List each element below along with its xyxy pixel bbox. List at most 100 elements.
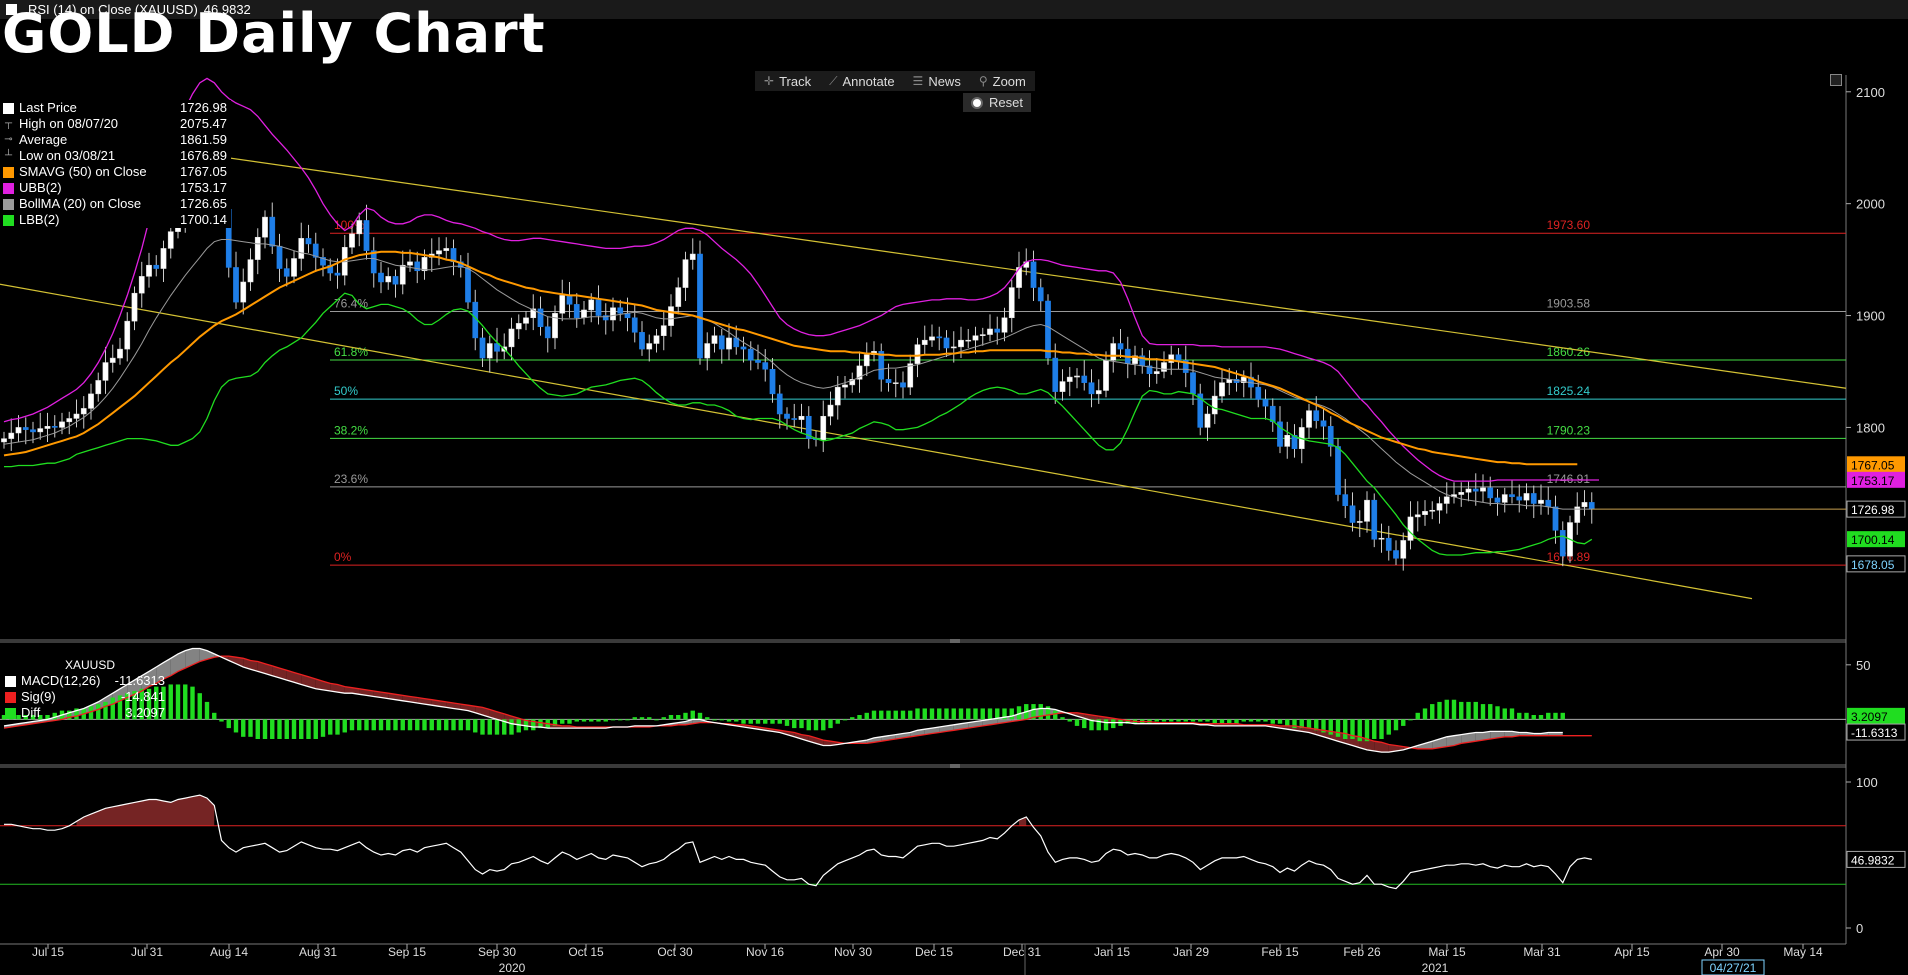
candle-body [22,427,29,430]
candle-body [44,426,51,429]
candle-body [291,258,297,277]
macd-diff-bar [799,719,804,729]
candle-body [1393,550,1399,559]
candle-body [283,268,290,277]
macd-diff-bar [951,708,956,720]
macd-diff-bar [270,719,275,739]
candle-body [617,307,624,314]
candle-body [1059,381,1066,392]
x-tick-label: Mar 15 [1428,945,1466,959]
x-year-label: 2021 [1422,961,1449,975]
macd-diff-bar [1009,708,1014,720]
macd-diff-bar [1517,712,1522,720]
macd-diff-bar [1430,704,1435,720]
candle-body [1204,413,1211,428]
candle-body [109,357,116,363]
candle-body [791,418,798,420]
macd-diff-bar [378,719,384,731]
candle-body [747,348,754,361]
macd-diff-bar [212,712,217,720]
macd-diff-bar [806,719,811,731]
macd-diff-bar [1451,699,1457,720]
legend-value: 1753.17 [180,180,227,195]
candle-body [1219,382,1225,397]
macd-diff-bar [429,719,434,731]
macd-diff-bar [908,710,913,720]
candle-body [88,393,94,409]
candle-body [827,404,834,417]
legend-value: 1767.05 [180,164,227,179]
macd-fill [1446,735,1454,747]
candle-body [1103,360,1109,391]
y-tick-label: 2100 [1856,85,1885,100]
candle-body [399,264,406,285]
candle-body [80,408,87,415]
macd-diff-bar [487,719,492,735]
macd-diff-bar [1169,719,1174,722]
x-tick-label: Feb 26 [1343,945,1381,959]
bollma-line [3,239,1592,510]
candle-body [784,413,790,419]
macd-diff-bar [958,708,964,720]
candle-body [262,216,268,238]
candle-body [138,276,145,294]
fib-level-label: 23.6% [334,472,368,486]
candle-body [1088,382,1095,395]
macd-diff-bar [1328,719,1333,735]
candle-body [697,253,703,359]
candle-body [994,328,1001,333]
legend-label: BollMA (20) on Close [19,196,142,211]
candle-body [1190,372,1196,395]
candle-body [1175,354,1182,361]
macd-diff-bar [697,712,703,720]
candle-body [1472,488,1479,492]
candle-body [117,348,123,359]
rsi-y-tick-label: 100 [1856,775,1878,790]
macd-diff-bar [509,719,514,735]
legend-value: 3.2097 [125,705,165,720]
legend-swatch [5,675,16,687]
y-tick-label: 2000 [1856,197,1885,212]
macd-diff-bar [871,710,877,720]
candle-body [436,250,442,255]
macd-diff-bar [168,684,173,720]
macd-diff-bar [784,719,790,726]
macd-diff-bar [1502,708,1507,720]
macd-diff-bar [1531,715,1536,720]
candle-body [167,231,174,249]
panel-divider [0,764,1846,768]
candle-body [943,337,950,349]
macd-diff-bar [422,719,427,731]
candle-body [1349,505,1356,523]
legend-label: High on 08/07/20 [19,116,119,131]
macd-diff-bar [320,719,326,737]
candle-body [233,267,239,303]
x-tick-label: Nov 16 [746,945,784,959]
candle-body [1037,287,1044,302]
chart-canvas[interactable]: 1800190020002100100% 1973.6076.4% 1903.586… [0,0,1908,975]
candle-body [1095,390,1102,395]
candle-body [276,245,283,269]
candle-body [334,272,341,276]
macd-diff-bar [1422,708,1428,720]
candle-body [102,362,109,381]
candle-body [900,382,906,388]
macd-diff-bar [1060,717,1065,720]
macd-diff-bar [465,719,471,731]
macd-diff-bar [813,719,819,731]
candle-body [726,337,732,350]
candle-body [646,343,653,350]
axis-value-tag-label: 1767.05 [1851,458,1895,472]
legend-value: 1676.89 [180,148,227,163]
x-tick-label: Dec 15 [915,945,953,959]
macd-diff-bar [647,717,652,720]
candle-body [37,428,44,433]
legend-label: Diff [21,705,41,720]
price-legend-row: ┬ High on 08/07/20 2075.47 [3,116,227,132]
macd-diff-bar [1343,719,1348,739]
macd-diff-bar [705,717,710,720]
candle-body [247,259,254,283]
macd-diff-bar [1473,701,1478,720]
candle-body [1262,399,1269,407]
macd-diff-bar [966,708,971,720]
